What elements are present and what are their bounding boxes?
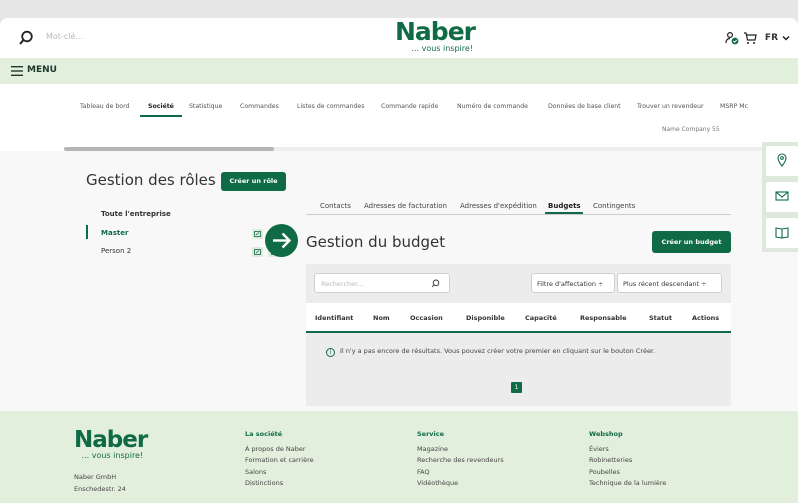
create-budget-button[interactable]: Créer un budget: [652, 231, 731, 253]
footer-column-service: Service Magazine Recherche des revendeur…: [417, 430, 504, 489]
menu-button[interactable]: MENU: [27, 65, 57, 75]
logo[interactable]: Naber ... vous inspire!: [385, 18, 485, 53]
tab-quick-order[interactable]: Commande rapide: [381, 103, 438, 110]
tab-orders[interactable]: Commandes: [240, 103, 279, 110]
tab-shipping-addresses[interactable]: Adresses d'expédition: [460, 202, 537, 210]
search-icon[interactable]: [18, 30, 34, 46]
active-tab-indicator: [140, 115, 182, 117]
company-name: Name Company 55: [662, 126, 720, 133]
tab-order-lists[interactable]: Listes de commandes: [297, 103, 364, 110]
footer-link[interactable]: Recherche des revendeurs: [417, 455, 504, 466]
footer-logo-wordmark: Naber: [74, 427, 148, 453]
page: Mot-clé... Naber ... vous inspire! FR ME…: [0, 18, 798, 503]
column-header[interactable]: Occasion: [410, 314, 443, 322]
column-header[interactable]: Disponible: [466, 314, 505, 322]
role-item-person-2[interactable]: Person 2: [101, 247, 131, 255]
edit-icon: [254, 231, 261, 237]
edit-role-button[interactable]: [252, 229, 263, 239]
cart-icon[interactable]: [743, 31, 757, 45]
footer-link[interactable]: Formation et carrière: [245, 455, 314, 466]
column-header[interactable]: Nom: [373, 314, 390, 322]
header-actions: FR: [725, 31, 790, 45]
active-tab-indicator: [545, 212, 583, 214]
assignment-filter-select[interactable]: Filtre d'affectation ÷: [531, 273, 615, 293]
footer-link[interactable]: Magazine: [417, 444, 504, 455]
menu-bar: MENU: [0, 58, 798, 84]
footer-link[interactable]: Robinetteries: [589, 455, 666, 466]
footer-heading: Webshop: [589, 430, 623, 438]
role-item-master[interactable]: Master: [101, 229, 128, 237]
active-role-indicator: [86, 225, 88, 239]
footer-link[interactable]: Vidéothèque: [417, 478, 504, 489]
footer-link[interactable]: Salons: [245, 467, 314, 478]
contact-button[interactable]: [766, 182, 798, 212]
language-selector[interactable]: FR: [765, 33, 778, 43]
footer: Naber ... vous inspire! Naber GmbH Ensch…: [0, 411, 798, 503]
table-header: Identifiant Nom Occasion Disponible Capa…: [306, 303, 731, 333]
role-group-label: Toute l'entreprise: [101, 210, 171, 218]
empty-state: i Il n'y a pas encore de résultats. Vous …: [326, 347, 726, 357]
chevron-down-icon[interactable]: [782, 34, 790, 42]
footer-link[interactable]: Poubelles: [589, 467, 666, 478]
tab-company[interactable]: Société: [148, 103, 174, 110]
budget-search-input[interactable]: Rechercher...: [314, 273, 450, 293]
tab-order-number[interactable]: Numéro de commande: [457, 103, 528, 110]
column-header[interactable]: Capacité: [525, 314, 557, 322]
info-icon: i: [326, 348, 335, 357]
footer-street: Enschedestr. 24: [74, 485, 126, 493]
roles-title: Gestion des rôles: [86, 171, 216, 189]
tab-quotas[interactable]: Contingents: [593, 202, 635, 210]
footer-column-company: La société À propos de Naber Formation e…: [245, 430, 314, 489]
budget-table-panel: Rechercher... Filtre d'affectation ÷ Plu…: [306, 264, 731, 406]
column-header[interactable]: Actions: [692, 314, 719, 322]
budget-title: Gestion du budget: [306, 233, 446, 251]
footer-heading: La société: [245, 430, 283, 438]
footer-link[interactable]: FAQ: [417, 467, 504, 478]
tab-find-dealer[interactable]: Trouver un revendeur: [637, 103, 704, 110]
arrow-right-icon: [265, 224, 298, 257]
edit-role-button[interactable]: [252, 247, 263, 257]
tab-budgets[interactable]: Budgets: [548, 202, 581, 210]
top-header: Mot-clé... Naber ... vous inspire! FR: [0, 18, 798, 58]
page-button-1[interactable]: 1: [511, 382, 522, 393]
search-icon[interactable]: [431, 279, 440, 288]
tabs-divider: [306, 214, 731, 215]
footer-link[interactable]: Distinctions: [245, 478, 314, 489]
footer-logo[interactable]: Naber ... vous inspire!: [74, 427, 148, 461]
account-nav: Tableau de bord Société Statistique Comm…: [0, 84, 798, 150]
hamburger-icon[interactable]: [11, 66, 23, 76]
tab-customer-data[interactable]: Données de base client: [548, 103, 621, 110]
tab-msrp[interactable]: MSRP Mc: [720, 103, 748, 110]
side-action-bar: [762, 142, 798, 252]
footer-heading: Service: [417, 430, 445, 438]
footer-link[interactable]: Éviers: [589, 444, 666, 455]
footer-logo-tagline: ... vous inspire!: [81, 451, 144, 460]
tab-statistics[interactable]: Statistique: [189, 103, 222, 110]
empty-message: Il n'y a pas encore de résultats. Vous p…: [340, 347, 656, 355]
catalog-book-icon: [775, 227, 789, 239]
column-header[interactable]: Statut: [649, 314, 672, 322]
main-content: Gestion des rôles Créer un rôle Toute l'…: [0, 151, 798, 429]
create-role-button[interactable]: Créer un rôle: [221, 172, 286, 191]
footer-link[interactable]: Technique de la lumière: [589, 478, 666, 489]
footer-link[interactable]: À propos de Naber: [245, 444, 314, 455]
search-placeholder: Rechercher...: [321, 280, 364, 288]
column-header[interactable]: Responsable: [580, 314, 627, 322]
tab-billing-addresses[interactable]: Adresses de facturation: [364, 202, 447, 210]
tab-dashboard[interactable]: Tableau de bord: [80, 103, 129, 110]
search-input[interactable]: Mot-clé...: [46, 32, 83, 41]
sort-select[interactable]: Plus récent descendant ÷: [617, 273, 722, 293]
tab-contacts[interactable]: Contacts: [320, 202, 351, 210]
edit-icon: [254, 249, 261, 255]
location-pin-icon: [777, 153, 787, 167]
column-header[interactable]: Identifiant: [315, 314, 353, 322]
envelope-icon: [775, 191, 789, 201]
catalog-button[interactable]: [766, 218, 798, 248]
footer-column-webshop: Webshop Éviers Robinetteries Poubelles T…: [589, 430, 666, 489]
dealer-locator-button[interactable]: [766, 146, 798, 176]
user-check-icon[interactable]: [725, 31, 739, 45]
logo-wordmark: Naber: [395, 18, 476, 46]
footer-company-name: Naber GmbH: [74, 473, 117, 481]
